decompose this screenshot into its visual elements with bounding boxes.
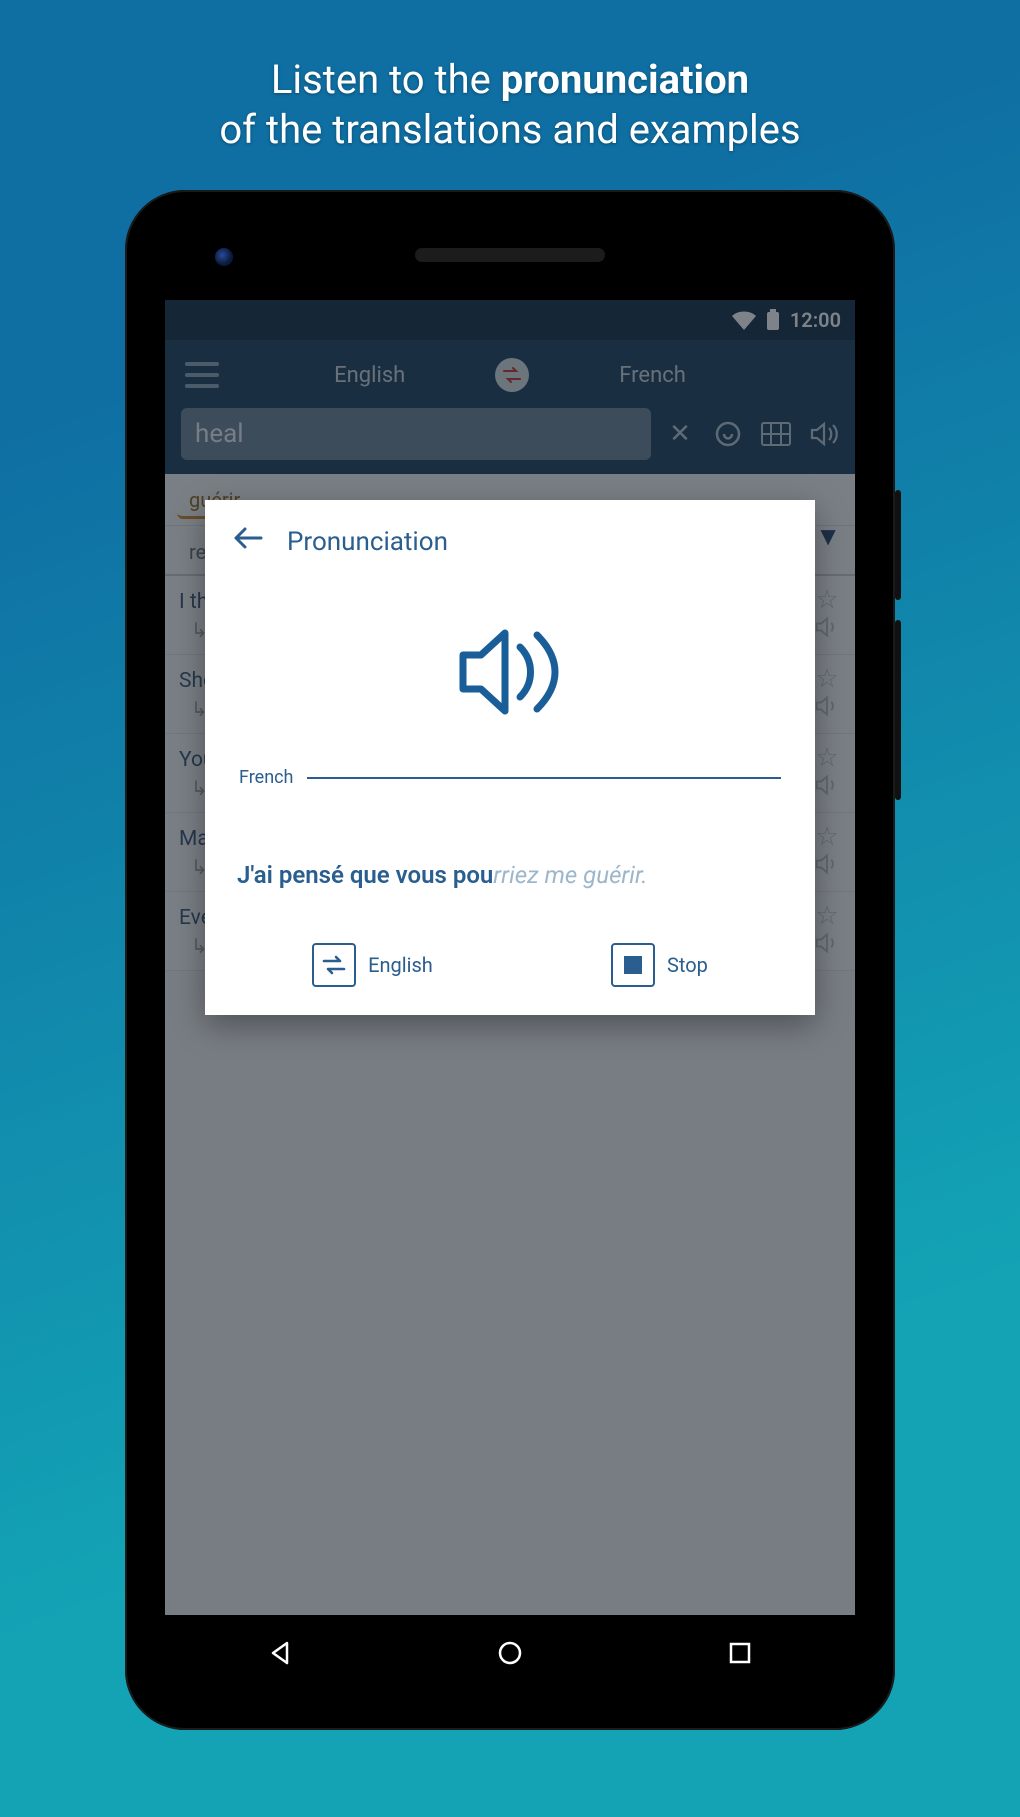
switch-english-button[interactable]: English — [312, 943, 433, 987]
phone-earpiece — [415, 248, 605, 262]
app-screen: 12:00 English French heal — [165, 300, 855, 1615]
sentence-pending: rriez me guérir. — [493, 861, 647, 889]
promo-line1-pre: Listen to the — [271, 56, 501, 103]
phone-top-bezel — [145, 210, 875, 300]
dialog-title: Pronunciation — [287, 527, 448, 557]
audio-language-row: French — [239, 767, 781, 788]
sentence-display: J'ai pensé que vous pourriez me guérir. — [237, 858, 783, 893]
nav-home-icon[interactable] — [493, 1636, 527, 1670]
phone-camera — [215, 248, 233, 266]
play-audio-icon[interactable] — [233, 617, 787, 727]
nav-recents-icon[interactable] — [723, 1636, 757, 1670]
stop-icon — [611, 943, 655, 987]
back-icon[interactable] — [233, 526, 263, 557]
stop-label: Stop — [667, 953, 708, 977]
promo-caption: Listen to the pronunciation of the trans… — [219, 55, 800, 155]
phone-frame: 12:00 English French heal — [125, 190, 895, 1730]
promo-line1-bold: pronunciation — [501, 56, 749, 103]
pronunciation-dialog: Pronunciation French J'ai pensé que vous… — [205, 500, 815, 1015]
nav-back-icon[interactable] — [263, 1636, 297, 1670]
switch-english-label: English — [368, 953, 433, 977]
phone-side-button — [895, 490, 901, 600]
promo-line2: of the translations and examples — [219, 106, 800, 153]
phone-inner: 12:00 English French heal — [145, 210, 875, 1710]
swap-icon — [312, 943, 356, 987]
android-nav-bar — [165, 1615, 855, 1690]
stop-button[interactable]: Stop — [611, 943, 708, 987]
audio-language-label: French — [239, 767, 293, 788]
phone-side-button — [895, 620, 901, 800]
divider — [307, 777, 781, 779]
sentence-spoken: J'ai pensé que vous pou — [237, 861, 493, 889]
